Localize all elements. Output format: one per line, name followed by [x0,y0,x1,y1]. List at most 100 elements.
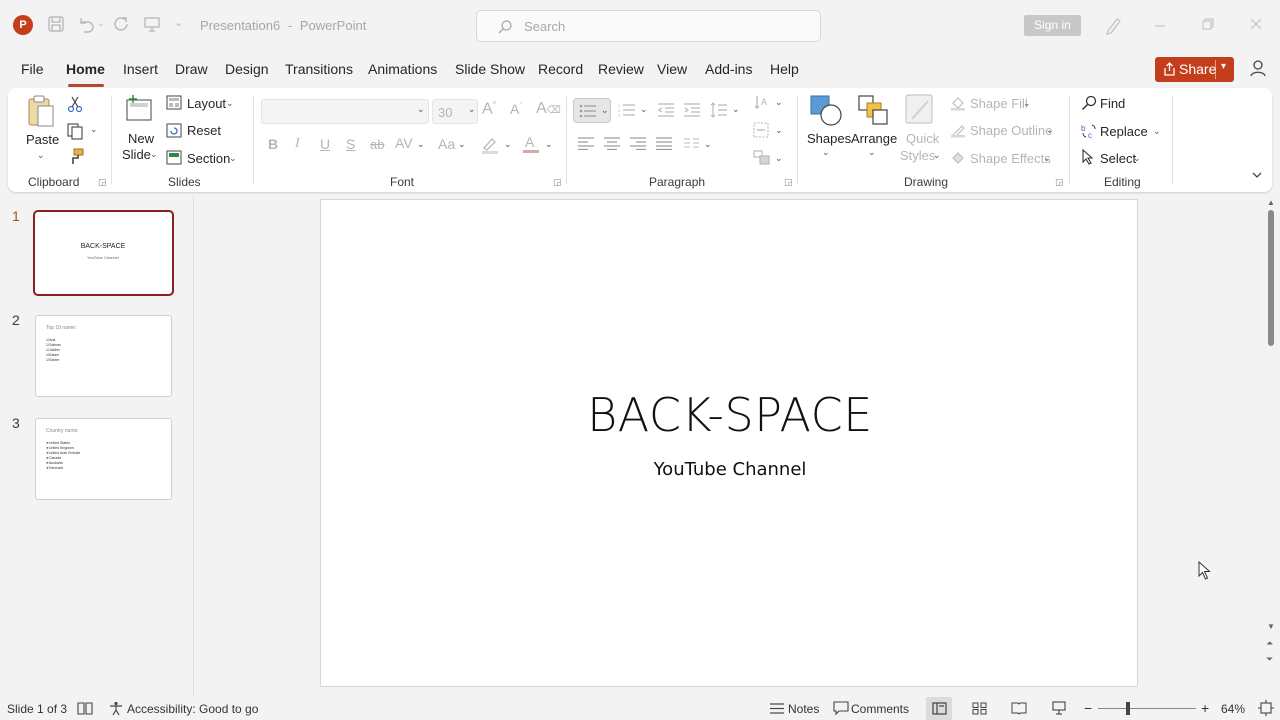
scroll-up-icon[interactable]: ▲ [1267,198,1275,207]
increase-font-size-icon[interactable]: A^ [482,100,496,118]
previous-slide-icon[interactable]: ⏶ [1266,638,1273,649]
font-size-dropdown-icon[interactable]: ⌄ [468,104,476,115]
shape-outline-dropdown-icon[interactable]: ⌄ [1046,125,1054,136]
shapes-dropdown-icon[interactable]: ⌄ [822,147,830,158]
spell-check-icon[interactable] [77,701,93,716]
fit-to-window-icon[interactable] [1258,700,1274,716]
slide-canvas[interactable]: BACK-SPACE YouTube Channel [320,199,1138,687]
copy-dropdown-icon[interactable]: ⌄ [90,124,98,135]
tab-view[interactable]: View [657,61,687,77]
minimize-icon[interactable] [1154,16,1166,30]
paragraph-launcher-icon[interactable]: ◲ [784,177,793,188]
character-spacing-icon[interactable]: AV [395,135,413,151]
italic-icon[interactable]: I [295,136,300,152]
slide-thumbnail-2[interactable]: Top 10 name: ☑Ada ☑Salman ☑Jabber ☑Kalam… [35,315,172,397]
layout-dropdown-icon[interactable]: ⌄ [226,98,234,109]
next-slide-icon[interactable]: ⏷ [1266,654,1273,665]
align-text-icon[interactable] [753,122,771,138]
new-slide-dropdown-icon[interactable]: ⌄ [150,149,158,160]
align-right-icon[interactable] [630,137,646,150]
find-icon[interactable] [1081,95,1097,111]
reading-view-icon[interactable] [1011,701,1027,715]
text-direction-dropdown-icon[interactable]: ⌄ [775,97,783,108]
cut-icon[interactable] [67,95,83,113]
slide-title[interactable]: BACK-SPACE [321,388,1139,442]
tab-record[interactable]: Record [538,61,583,77]
quick-styles-dropdown-icon[interactable]: ⌄ [933,150,941,161]
zoom-level[interactable]: 64% [1221,702,1245,716]
font-color-icon[interactable]: A [522,134,540,154]
search-box[interactable]: Search [476,10,821,42]
zoom-slider-thumb[interactable] [1126,702,1130,715]
shape-effects-icon[interactable] [950,150,966,166]
numbering-dropdown-icon[interactable]: ⌄ [640,104,648,115]
font-launcher-icon[interactable]: ◲ [553,177,562,188]
customize-qat-icon[interactable]: ⌄ [174,16,194,36]
columns-icon[interactable] [684,138,700,150]
shape-outline-icon[interactable] [950,122,966,138]
paste-icon[interactable] [26,94,56,128]
arrange-icon[interactable] [857,94,889,126]
shape-outline-label[interactable]: Shape Outline [970,123,1052,138]
section-icon[interactable] [166,150,182,165]
line-spacing-dropdown-icon[interactable]: ⌄ [732,104,740,115]
shadow-icon[interactable]: S [346,136,355,152]
section-label[interactable]: Section [187,151,230,166]
strikethrough-icon[interactable]: ab [370,137,384,152]
accessibility-icon[interactable] [108,701,124,716]
zoom-out-button[interactable]: − [1084,700,1092,716]
sign-in-button[interactable]: Sign in [1024,15,1081,36]
reset-label[interactable]: Reset [187,123,221,138]
paste-dropdown-icon[interactable]: ⌄ [37,150,45,161]
accessibility-status[interactable]: Accessibility: Good to go [127,702,258,716]
shape-effects-label[interactable]: Shape Effects [970,151,1051,166]
text-direction-icon[interactable]: A [753,94,771,112]
tab-transitions[interactable]: Transitions [285,61,353,77]
line-spacing-icon[interactable] [710,101,728,119]
tab-draw[interactable]: Draw [175,61,208,77]
new-slide-label-line1[interactable]: New [128,131,154,146]
slide-show-icon[interactable] [1051,701,1067,716]
replace-icon[interactable]: bc [1080,122,1098,140]
copy-icon[interactable] [66,122,84,140]
decrease-font-size-icon[interactable]: Aˇ [510,101,522,117]
change-case-icon[interactable]: Aa [438,136,455,152]
reset-icon[interactable] [166,123,182,138]
notes-button[interactable]: Notes [788,702,819,716]
share-dropdown-icon[interactable]: ▾ [1221,61,1226,72]
columns-dropdown-icon[interactable]: ⌄ [704,139,712,150]
tab-file[interactable]: File [21,61,44,77]
comments-button[interactable]: Comments [851,702,909,716]
tab-add-ins[interactable]: Add-ins [705,61,752,77]
notes-icon[interactable] [769,702,785,715]
paste-label[interactable]: Paste [26,132,59,147]
smartart-dropdown-icon[interactable]: ⌄ [775,153,783,164]
scroll-down-icon[interactable]: ▼ [1267,622,1275,631]
replace-dropdown-icon[interactable]: ⌄ [1153,126,1161,137]
increase-indent-icon[interactable] [684,103,700,117]
highlight-icon[interactable] [480,135,500,155]
shape-fill-icon[interactable] [950,95,966,111]
comments-person-icon[interactable] [1248,58,1268,78]
comments-icon[interactable] [833,701,849,716]
tab-design[interactable]: Design [225,61,269,77]
clear-formatting-icon[interactable]: A⌫ [536,100,561,118]
highlight-dropdown-icon[interactable]: ⌄ [504,139,512,150]
tab-review[interactable]: Review [598,61,644,77]
new-slide-icon[interactable] [124,94,154,124]
format-painter-icon[interactable] [67,148,85,166]
tab-insert[interactable]: Insert [123,61,158,77]
select-icon[interactable] [1081,149,1095,165]
bold-icon[interactable]: B [268,136,278,152]
zoom-in-button[interactable]: + [1201,700,1209,716]
slide-subtitle[interactable]: YouTube Channel [321,459,1139,480]
numbering-icon[interactable]: 123 [618,103,636,117]
find-label[interactable]: Find [1100,96,1125,111]
slide-thumbnail-3[interactable]: Country name: ➤United States ➤United Kin… [35,418,172,500]
slide-thumbnail-1[interactable]: BACK-SPACE YouTube Channel [33,210,174,296]
copilot-pen-icon[interactable] [1104,15,1122,35]
zoom-slider-track[interactable] [1098,708,1196,709]
font-color-dropdown-icon[interactable]: ⌄ [545,139,553,150]
font-name-dropdown-icon[interactable]: ⌄ [417,104,425,115]
shapes-label[interactable]: Shapes [807,131,851,146]
